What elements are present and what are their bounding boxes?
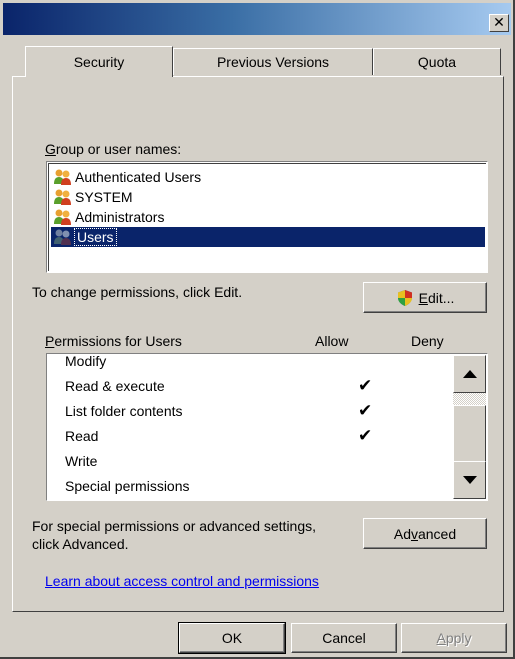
deny-column-header: Deny (411, 333, 444, 349)
cancel-button[interactable]: Cancel (291, 623, 397, 653)
properties-dialog: ✕ Security Previous Versions Quota Group… (0, 0, 515, 659)
security-tab-panel: Group or user names: Authenticated Users… (12, 76, 504, 612)
list-item-selected[interactable]: Users (51, 227, 485, 247)
title-bar[interactable]: ✕ (3, 3, 511, 35)
permissions-for-users-label: Permissions for Users (45, 333, 182, 349)
scroll-down-button[interactable] (453, 461, 486, 499)
user-name: SYSTEM (75, 189, 133, 205)
list-item[interactable]: SYSTEM (53, 187, 133, 207)
user-name: Authenticated Users (75, 169, 202, 185)
user-name: Administrators (75, 209, 165, 225)
edit-button[interactable]: Edit... (363, 282, 487, 313)
permissions-scrollbar[interactable] (453, 355, 486, 499)
group-or-user-names-label: Group or user names: (45, 141, 182, 157)
allow-column-header: Allow (315, 333, 349, 349)
apply-button[interactable]: Apply (401, 623, 507, 653)
change-permissions-text: To change permissions, click Edit. (32, 284, 243, 300)
tab-quota[interactable]: Quota (373, 48, 501, 75)
permission-row: Write (65, 448, 465, 473)
shield-icon (396, 289, 414, 307)
list-item[interactable]: Administrators (53, 207, 164, 227)
advanced-info-text-2: click Advanced. (32, 536, 129, 552)
cancel-label: Cancel (322, 630, 366, 646)
scroll-up-button[interactable] (453, 355, 486, 393)
tab-label: Quota (417, 54, 457, 70)
apply-label: Apply (436, 630, 472, 646)
list-item[interactable]: Authenticated Users (53, 167, 201, 187)
user-name: Users (74, 228, 117, 246)
permission-row: Read ✔ (65, 423, 465, 448)
allow-check-icon: ✔ (358, 375, 373, 396)
permissions-list[interactable]: Modify Read & execute ✔ List folder cont… (46, 353, 488, 501)
tab-label: Security (73, 54, 125, 70)
permission-name: Special permissions (65, 477, 190, 494)
tab-security[interactable]: Security (25, 46, 173, 77)
learn-access-control-link[interactable]: Learn about access control and permissio… (45, 573, 319, 589)
permission-name: Modify (65, 353, 107, 369)
user-list[interactable]: Authenticated Users SYSTEM Administrator… (46, 161, 488, 273)
advanced-button[interactable]: Advanced (363, 518, 487, 549)
permission-row: Special permissions (65, 473, 465, 498)
advanced-label: Advanced (393, 525, 457, 542)
ok-button[interactable]: OK (178, 622, 286, 654)
permission-name: List folder contents (65, 402, 183, 419)
edit-label: Edit... (418, 289, 455, 306)
close-button[interactable]: ✕ (489, 14, 509, 32)
permission-name: Write (65, 452, 98, 469)
arrow-up-icon (462, 370, 477, 378)
ok-label: OK (221, 630, 243, 646)
permission-row: List folder contents ✔ (65, 398, 465, 423)
tab-label: Previous Versions (216, 54, 330, 70)
permission-row: Read & execute ✔ (65, 373, 465, 398)
users-group-icon (53, 228, 73, 246)
permission-name: Read (65, 427, 99, 444)
scroll-thumb[interactable] (453, 405, 486, 463)
close-icon: ✕ (493, 15, 505, 31)
allow-check-icon: ✔ (358, 400, 373, 421)
advanced-info-text-1: For special permissions or advanced sett… (32, 518, 317, 534)
allow-check-icon: ✔ (358, 425, 373, 446)
tab-previous-versions[interactable]: Previous Versions (173, 48, 373, 75)
permission-name: Read & execute (65, 377, 165, 394)
users-group-icon (53, 168, 73, 186)
arrow-down-icon (462, 476, 477, 484)
users-group-icon (53, 208, 73, 226)
permission-row: Modify (65, 353, 465, 373)
users-group-icon (53, 188, 73, 206)
